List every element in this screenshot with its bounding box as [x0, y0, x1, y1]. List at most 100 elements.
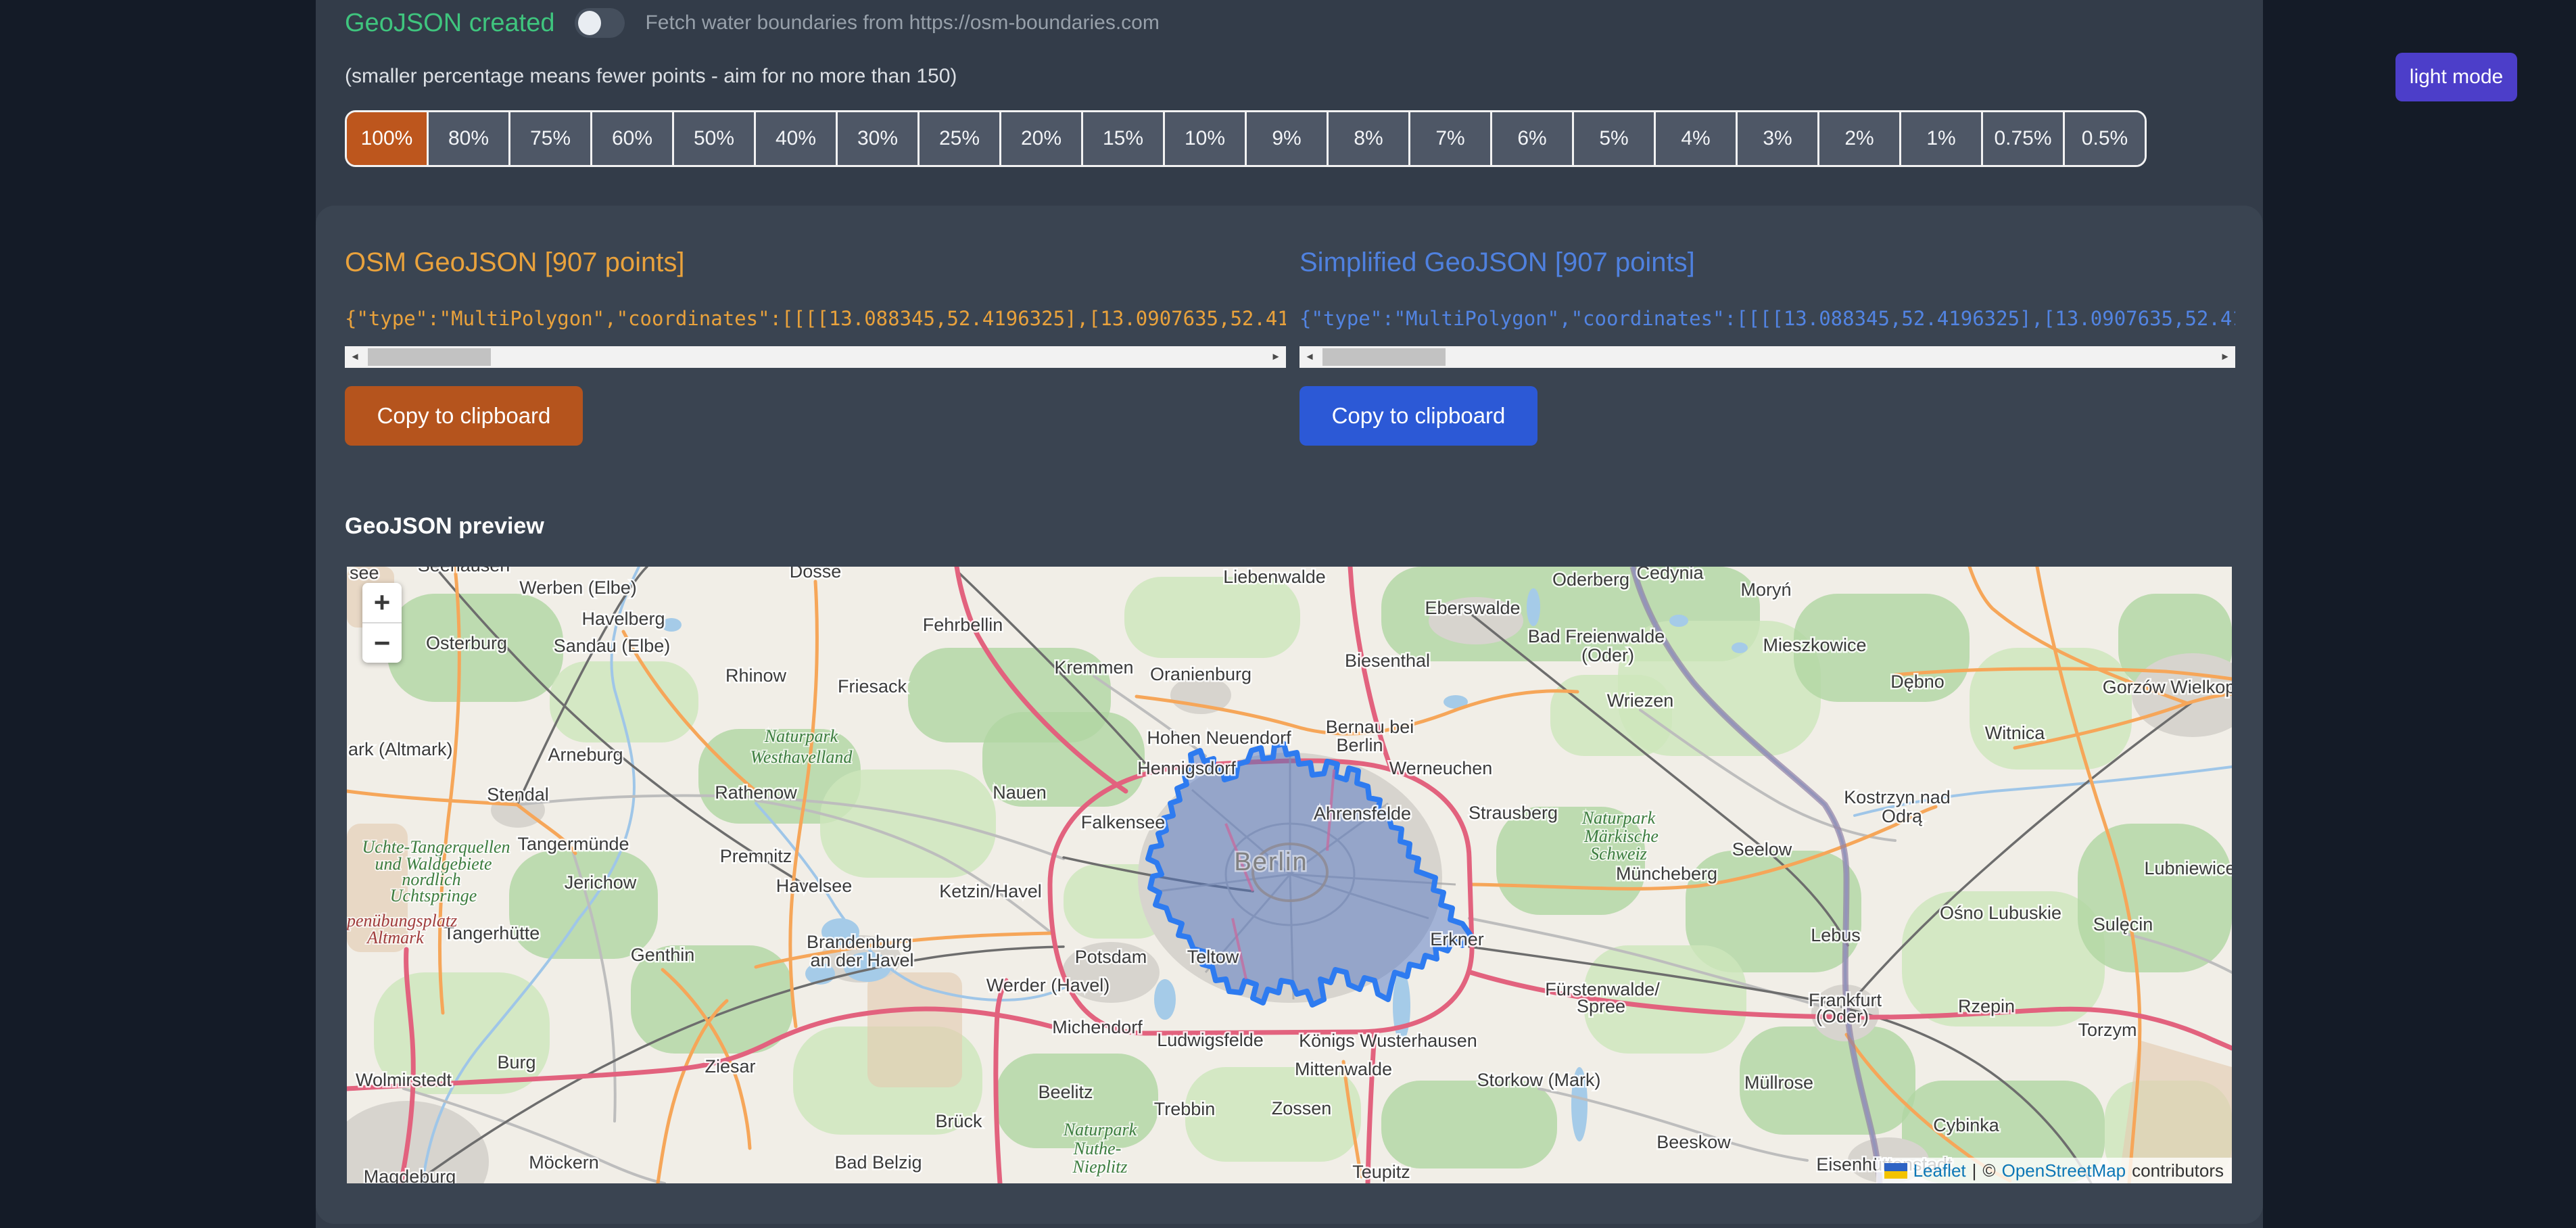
- svg-text:Cedynia: Cedynia: [1636, 567, 1704, 583]
- svg-text:Werneuchen: Werneuchen: [1389, 758, 1493, 778]
- pct-60[interactable]: 60%: [592, 112, 674, 165]
- pct-80[interactable]: 80%: [429, 112, 510, 165]
- water-boundaries-toggle[interactable]: [575, 8, 625, 38]
- pct-25[interactable]: 25%: [920, 112, 1001, 165]
- pct-9[interactable]: 9%: [1247, 112, 1329, 165]
- scroll-right-icon[interactable]: ►: [2215, 346, 2235, 368]
- svg-text:Genthin: Genthin: [631, 945, 695, 965]
- osm-copy-button[interactable]: Copy to clipboard: [345, 386, 583, 446]
- svg-text:Möckern: Möckern: [529, 1152, 599, 1173]
- main-column: GeoJSON created Fetch water boundaries f…: [316, 0, 2263, 1228]
- svg-text:(Oder): (Oder): [1816, 1006, 1869, 1026]
- leaflet-link[interactable]: Leaflet: [1913, 1160, 1966, 1181]
- svg-text:Dosse: Dosse: [790, 567, 842, 582]
- svg-text:Brandenburg: Brandenburg: [807, 932, 912, 952]
- light-mode-button[interactable]: light mode: [2395, 53, 2517, 101]
- copyright-symbol: ©: [1982, 1160, 1995, 1181]
- map-zoom-control: + −: [362, 583, 402, 663]
- pct-5[interactable]: 5%: [1574, 112, 1656, 165]
- pct-100[interactable]: 100%: [347, 112, 429, 165]
- pct-3[interactable]: 3%: [1738, 112, 1819, 165]
- svg-text:Bernau bei: Bernau bei: [1326, 717, 1414, 737]
- map-canvas[interactable]: see Seehausen Werben (Elbe) Havelberg Os…: [347, 567, 2232, 1183]
- zoom-in-button[interactable]: +: [362, 583, 402, 623]
- svg-text:Havelsee: Havelsee: [776, 876, 853, 896]
- pct-15[interactable]: 15%: [1083, 112, 1165, 165]
- svg-text:Beeskow: Beeskow: [1656, 1132, 1731, 1152]
- pct-30[interactable]: 30%: [838, 112, 920, 165]
- svg-text:Premnitz: Premnitz: [720, 846, 792, 866]
- svg-text:Naturpark: Naturpark: [1581, 808, 1656, 828]
- zoom-out-button[interactable]: −: [362, 623, 402, 663]
- scroll-left-icon[interactable]: ◄: [1299, 346, 1320, 368]
- svg-text:Oderberg: Oderberg: [1552, 569, 1629, 590]
- svg-text:Lebus: Lebus: [1811, 925, 1861, 945]
- map-container[interactable]: see Seehausen Werben (Elbe) Havelberg Os…: [347, 567, 2232, 1183]
- svg-text:Nieplitz: Nieplitz: [1072, 1157, 1128, 1177]
- svg-text:Müncheberg: Müncheberg: [1616, 864, 1717, 884]
- svg-text:Spree: Spree: [1577, 996, 1625, 1016]
- svg-text:Liebenwalde: Liebenwalde: [1223, 567, 1326, 587]
- berlin-city-label: Berlin: [1234, 848, 1308, 876]
- scroll-left-icon[interactable]: ◄: [345, 346, 365, 368]
- osm-json-scrollbar[interactable]: ◄ ►: [345, 346, 1286, 368]
- svg-text:Werben (Elbe): Werben (Elbe): [519, 577, 637, 598]
- svg-text:Seelow: Seelow: [1732, 839, 1792, 859]
- svg-text:Erkner: Erkner: [1430, 929, 1484, 949]
- simplified-geojson-title: Simplified GeoJSON [907 points]: [1299, 247, 1695, 278]
- pct-50[interactable]: 50%: [674, 112, 756, 165]
- map-attribution: Leaflet | © OpenStreetMap contributors: [1876, 1158, 2232, 1183]
- pct-0-75[interactable]: 0.75%: [1983, 112, 2065, 165]
- svg-text:Rathenow: Rathenow: [715, 782, 797, 803]
- svg-text:Strausberg: Strausberg: [1469, 803, 1558, 823]
- osm-geojson-title: OSM GeoJSON [907 points]: [345, 247, 684, 278]
- svg-text:Uchtspringe: Uchtspringe: [390, 886, 477, 905]
- svg-text:Ahrensfelde: Ahrensfelde: [1314, 803, 1411, 824]
- pct-4[interactable]: 4%: [1656, 112, 1738, 165]
- svg-text:Rhinow: Rhinow: [725, 665, 787, 686]
- pct-1[interactable]: 1%: [1901, 112, 1983, 165]
- simplified-copy-button[interactable]: Copy to clipboard: [1299, 386, 1537, 446]
- svg-text:Naturpark: Naturpark: [764, 726, 838, 746]
- pct-2[interactable]: 2%: [1819, 112, 1901, 165]
- scrollbar-thumb[interactable]: [1322, 348, 1446, 366]
- pct-20[interactable]: 20%: [1001, 112, 1083, 165]
- svg-text:Kremmen: Kremmen: [1054, 657, 1133, 678]
- svg-text:Odrą: Odrą: [1882, 806, 1923, 826]
- svg-text:Havelberg: Havelberg: [581, 609, 665, 629]
- pct-40[interactable]: 40%: [756, 112, 838, 165]
- pct-0-5[interactable]: 0.5%: [2065, 112, 2145, 165]
- percentage-hint: (smaller percentage means fewer points -…: [345, 65, 957, 88]
- pct-7[interactable]: 7%: [1410, 112, 1492, 165]
- svg-text:Kostrzyn nad: Kostrzyn nad: [1844, 787, 1951, 807]
- scrollbar-thumb[interactable]: [368, 348, 491, 366]
- pct-6[interactable]: 6%: [1492, 112, 1574, 165]
- svg-text:Altmark: Altmark: [366, 928, 424, 947]
- simplified-geojson-text: {"type":"MultiPolygon","coordinates":[[[…: [1299, 307, 2235, 330]
- svg-text:Rzepin: Rzepin: [1958, 996, 2015, 1016]
- svg-text:Torzym: Torzym: [2078, 1020, 2137, 1040]
- svg-text:Märkische: Märkische: [1583, 826, 1659, 846]
- svg-text:Tangermünde: Tangermünde: [517, 834, 629, 854]
- svg-text:Mieszkowice: Mieszkowice: [1763, 635, 1866, 655]
- simplified-json-scrollbar[interactable]: ◄ ►: [1299, 346, 2235, 368]
- pct-75[interactable]: 75%: [510, 112, 592, 165]
- ukraine-flag-icon: [1884, 1163, 1907, 1179]
- svg-text:Beelitz: Beelitz: [1038, 1082, 1093, 1102]
- svg-text:Ludwigsfelde: Ludwigsfelde: [1157, 1030, 1264, 1050]
- svg-text:Friesack: Friesack: [838, 676, 907, 696]
- osm-geojson-column: OSM GeoJSON [907 points] {"type":"MultiP…: [345, 206, 1286, 490]
- svg-text:Naturpark: Naturpark: [1063, 1120, 1137, 1139]
- pct-10[interactable]: 10%: [1165, 112, 1247, 165]
- pct-8[interactable]: 8%: [1329, 112, 1410, 165]
- simplified-geojson-column: Simplified GeoJSON [907 points] {"type":…: [1299, 206, 2235, 490]
- toggle-knob-icon: [578, 11, 601, 35]
- svg-text:Stendal: Stendal: [487, 784, 549, 805]
- openstreetmap-link[interactable]: OpenStreetMap: [2002, 1160, 2126, 1181]
- svg-text:Hohen Neuendorf: Hohen Neuendorf: [1147, 728, 1291, 748]
- scroll-right-icon[interactable]: ►: [1266, 346, 1286, 368]
- fetch-water-label: Fetch water boundaries from https://osm-…: [645, 11, 1159, 34]
- svg-text:Storkow (Mark): Storkow (Mark): [1477, 1070, 1600, 1090]
- svg-text:Ośno Lubuskie: Ośno Lubuskie: [1940, 903, 2061, 923]
- svg-text:Biesenthal: Biesenthal: [1345, 651, 1430, 671]
